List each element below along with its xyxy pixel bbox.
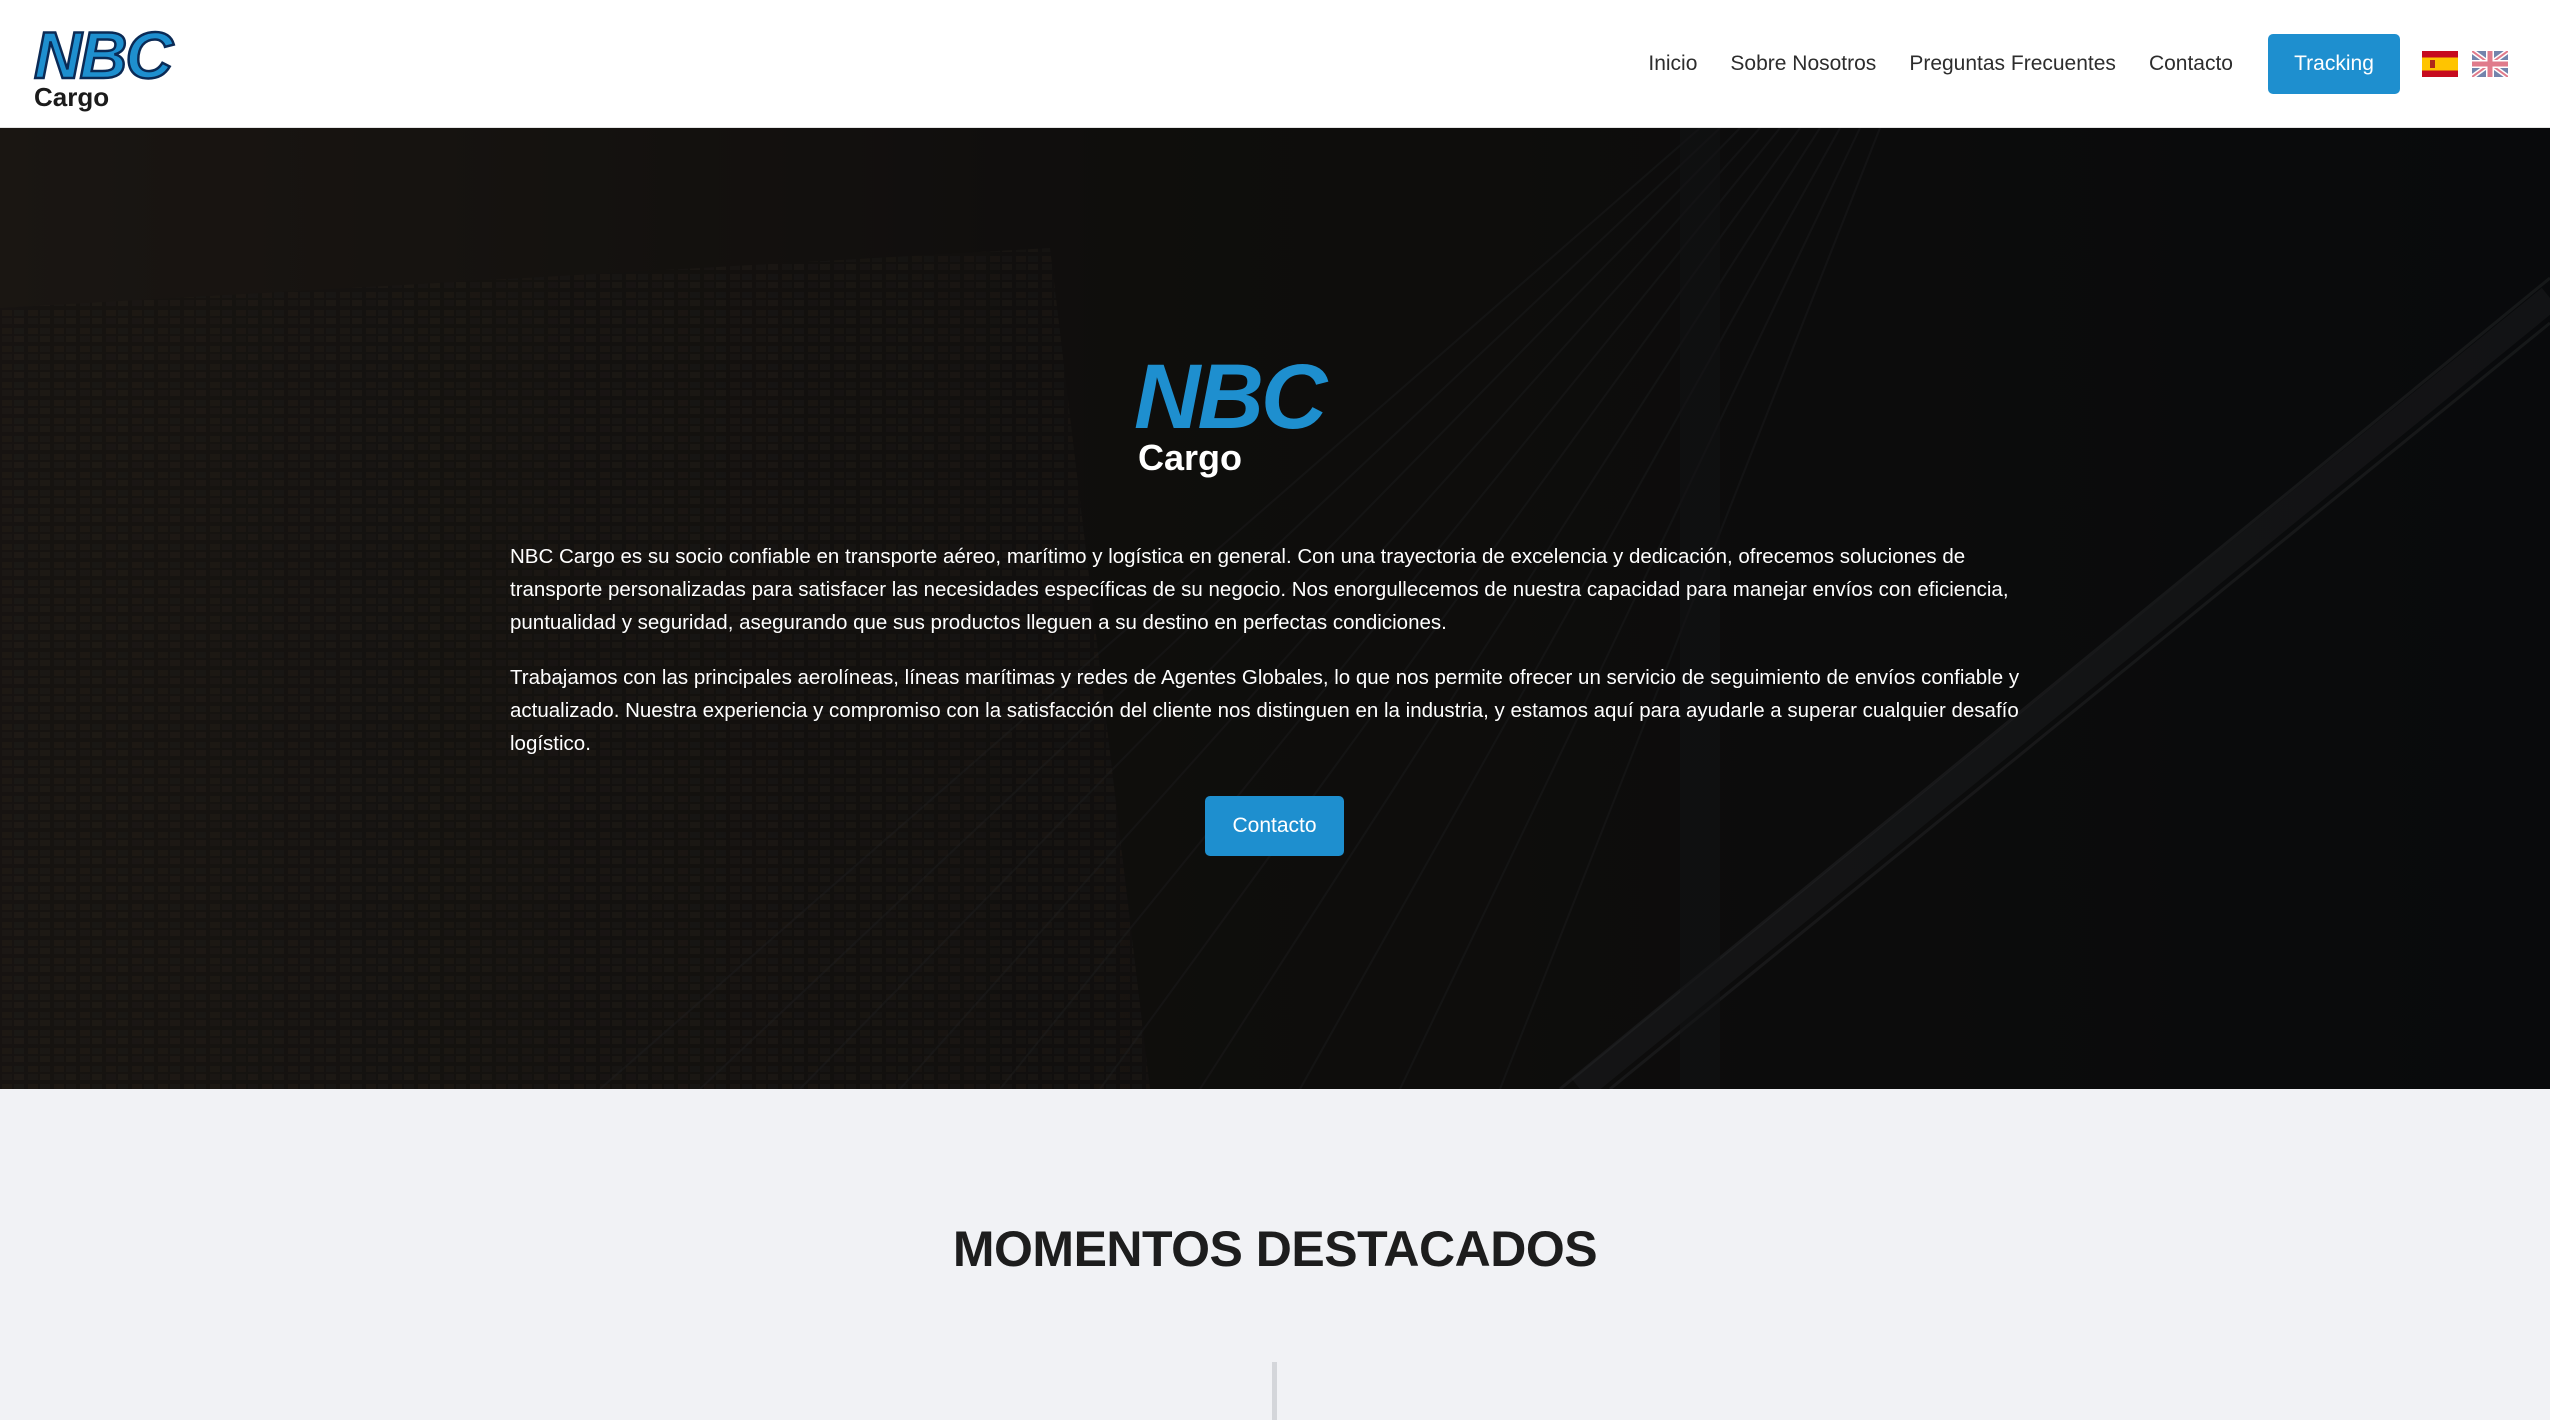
hero-contact-button[interactable]: Contacto [1205,796,1344,856]
logo-sub-text: Cargo [34,82,109,112]
hero-paragraph-1: NBC Cargo es su socio confiable en trans… [510,545,2009,634]
highlights-title: MOMENTOS DESTACADOS [952,1221,1598,1277]
main-nav: Inicio Sobre Nosotros Preguntas Frecuent… [1648,0,2550,128]
hero-logo-sub-text: Cargo [1138,437,1242,478]
spain-flag-icon[interactable] [2422,51,2458,77]
hero-nbc-cargo-logo: NBC Cargo [1134,350,1332,478]
tracking-button[interactable]: Tracking [2268,34,2400,94]
hero-description: NBC Cargo es su socio confiable en trans… [510,540,2040,782]
site-header: NBC Cargo Inicio Sobre Nosotros Pregunta… [0,0,2550,128]
nav-link-contacto[interactable]: Contacto [2149,52,2233,76]
nav-link-sobre-nosotros[interactable]: Sobre Nosotros [1730,52,1876,76]
hero-section: NBC Cargo NBC Cargo es su socio confiabl… [0,128,2550,1089]
nbc-cargo-logo[interactable]: NBC Cargo [32,18,242,112]
nav-link-inicio[interactable]: Inicio [1648,52,1697,76]
hero-logo-main-text: NBC [1134,350,1329,448]
uk-flag-icon[interactable] [2472,51,2508,77]
logo-main-text: NBC [34,18,174,92]
nav-link-preguntas-frecuentes[interactable]: Preguntas Frecuentes [1909,52,2116,76]
hero-paragraph-2: Trabajamos con las principales aerolínea… [510,666,2020,755]
timeline-divider [1272,1362,1277,1420]
